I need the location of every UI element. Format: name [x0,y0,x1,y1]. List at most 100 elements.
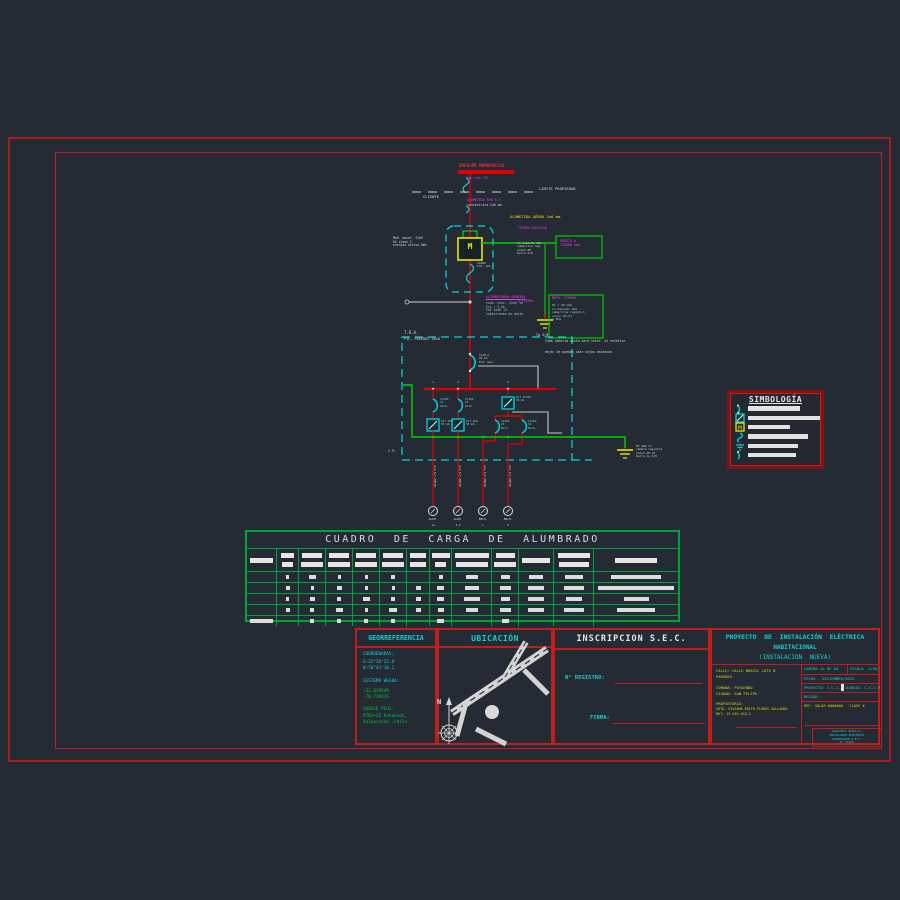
hook-icon [735,450,748,460]
table-cell [299,572,326,582]
table-cell [430,583,452,593]
table-cell [430,605,452,615]
table-cell [407,616,430,626]
legend-description-bar [748,453,796,458]
legend-description-bar [748,425,790,430]
table-cell [519,605,554,615]
table-cell [380,616,407,626]
table-cell [299,616,326,626]
georeference-line: -32.639549 [363,689,389,694]
project-author: PROYECTO: C.C.C.P [804,685,843,690]
legend-description-bar [748,406,800,411]
city: CIUDAD: SAN FELIPE. [716,691,759,696]
load-schedule-header-row [247,549,678,572]
installer-stamp-box: GRACIELA AVILA P.INSTALADOR ELECTRICOAUT… [812,728,882,747]
georeference-line: GOOGLE PLUS: [363,707,394,712]
sec-inscription-box: INSCRIPCION S.E.C. N° REGISTRO: FIRMA: [553,628,710,745]
table-row [247,572,678,583]
header-cell [407,549,430,571]
header-cell [430,549,452,571]
table-cell [594,572,678,582]
legend-row [731,441,820,450]
table-cell [326,605,353,615]
installer-stamp-line: N° XXXXX [840,741,854,745]
table-cell [247,616,277,626]
table-row [247,594,678,605]
table-cell [326,572,353,582]
table-cell [519,594,554,604]
table-cell [452,583,492,593]
georeference-line: 97RJ+26 Putaendo, [363,714,407,719]
street-line2: PAREDES. [716,674,734,679]
header-cell [277,549,299,571]
legend-row [731,450,820,459]
table-cell [452,605,492,615]
table-cell [277,616,299,626]
installer-signature-line [805,725,878,726]
owner-name: SRTA. VIVIANA EDITH FLORES GALLARDO [716,707,787,711]
street-line1: CALLE: CALLE BRASIL LOTE B [716,668,775,673]
georeference-line: Valparaíso ,chile [363,720,407,725]
title-block: PROYECTO DE INSTALACIÓN ELÉCTRICA HABITA… [710,628,880,745]
table-cell [380,594,407,604]
registry-number-label: N° REGISTRO: [565,675,605,681]
header-cell [554,549,594,571]
header-cell [380,549,407,571]
table-cell [554,594,594,604]
table-cell [594,616,678,626]
header-cell [353,549,380,571]
table-cell [554,583,594,593]
georeference-line: -70.719476 [363,695,389,700]
location-box: UBICACIÓN [437,628,553,745]
scale: ESCALA 1/50 [850,666,877,671]
drawn-by: DIBUJO: C.C.C.P [846,685,880,690]
region: REGION : [804,694,822,699]
table-cell [492,583,519,593]
table-cell [299,583,326,593]
georeference-title: GEORREFERENCIA [368,634,424,642]
date: FECHA : DICIEMBRE/2023 [804,676,854,681]
table-cell [299,605,326,615]
table-cell [247,605,277,615]
load-schedule-title: CUADRO DE CARGA DE ALUMBRADO [247,532,678,549]
table-cell [277,583,299,593]
table-cell [594,583,678,593]
signature-label: FIRMA: [590,715,610,721]
table-cell [430,572,452,582]
table-cell [353,572,380,582]
legend-row: M [731,423,820,432]
table-cell [519,616,554,626]
table-cell [353,583,380,593]
table-cell [519,572,554,582]
text-cursor-mark [841,684,844,691]
georeference-line: COORDENADAS: [363,652,394,657]
project-title-line3: (INSTALACION NUEVA) [712,654,878,661]
solar-reference: REF. SOLAR ####### CLASE # [804,704,865,708]
table-cell [492,594,519,604]
table-cell [407,572,430,582]
table-cell [353,594,380,604]
table-cell [407,605,430,615]
legend-title: SIMBOLOGÍA [731,395,820,404]
table-row [247,583,678,594]
signature-line [613,723,705,724]
table-cell [353,616,380,626]
header-cell [492,549,519,571]
table-cell [380,572,407,582]
table-cell [326,583,353,593]
owner-signature-line [736,727,796,728]
header-cell [299,549,326,571]
sec-inscription-title: INSCRIPCION S.E.C. [576,634,686,644]
header-cell [519,549,554,571]
header-cell [594,549,678,571]
table-cell [277,594,299,604]
table-cell [247,594,277,604]
sheet-number: LAMINA 1o DE 04 [804,666,838,671]
legend-description-bar [748,444,798,449]
table-cell [407,594,430,604]
table-cell [594,605,678,615]
table-cell [247,583,277,593]
table-cell [430,594,452,604]
table-cell [430,616,452,626]
commune: COMUNA: PUTAENDO [716,685,753,690]
